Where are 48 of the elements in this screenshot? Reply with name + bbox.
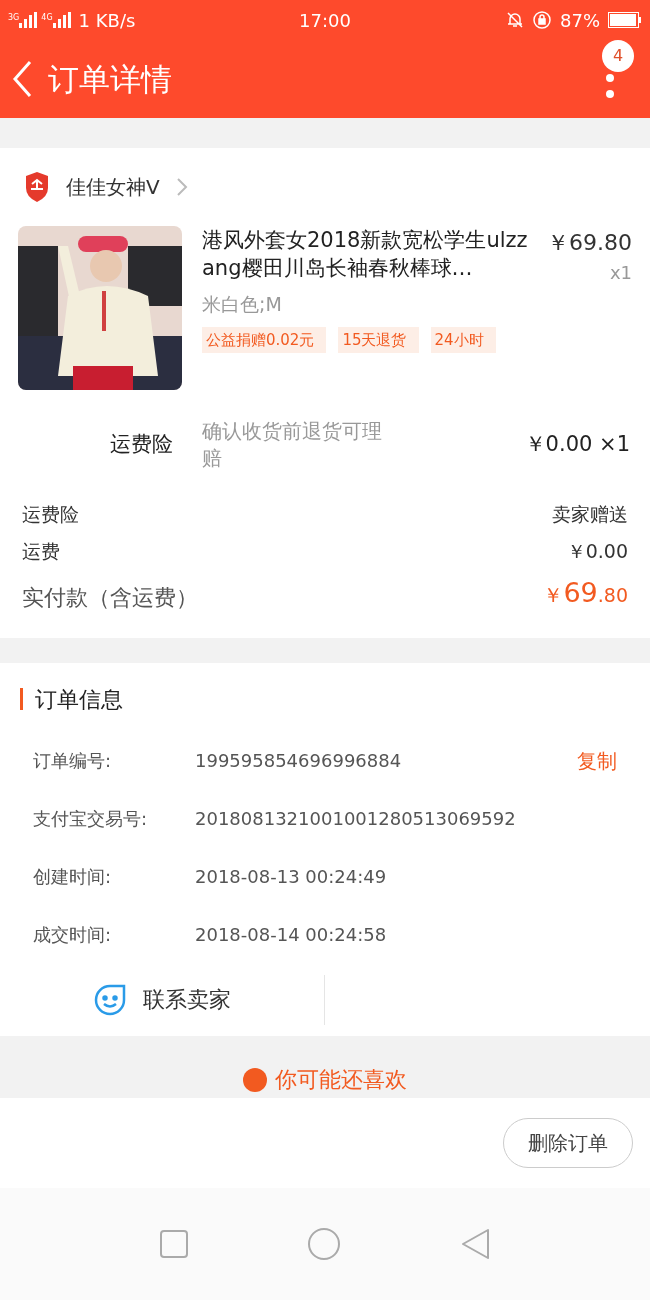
delete-order-button[interactable]: 删除订单	[503, 1117, 633, 1168]
recommend-title: 你可能还喜欢	[275, 1065, 407, 1094]
total-amount: ￥69.80	[543, 576, 628, 610]
network-speed: 1 KB/s	[78, 8, 136, 33]
total-label: 实付款（含运费）	[22, 583, 198, 612]
insurance-label: 运费险	[110, 431, 174, 459]
insurance-description: 确认收货前退货可理赔	[202, 418, 383, 472]
info-value: 2018-08-13 00:24:49	[195, 865, 387, 889]
section-title: 订单信息	[35, 685, 123, 714]
network-type-label: 3G	[8, 12, 20, 24]
summary-label: 运费	[22, 538, 60, 564]
info-value: 199595854696996884	[195, 749, 402, 773]
recents-icon[interactable]	[159, 1229, 188, 1258]
info-label: 成交时间:	[33, 923, 113, 947]
info-label: 订单编号:	[33, 749, 113, 773]
page-title: 订单详情	[48, 59, 172, 99]
product-quantity: x1	[609, 261, 632, 285]
service-tag: 24小时	[430, 326, 496, 353]
battery-icon	[608, 12, 642, 28]
summary-value: ￥0.00	[566, 538, 628, 564]
signal-icon	[19, 12, 38, 28]
product-price: ￥69.80	[547, 229, 632, 257]
back-icon[interactable]	[460, 1227, 491, 1260]
chat-face-icon	[93, 982, 127, 1017]
info-label: 创建时间:	[33, 865, 113, 889]
contact-seller-button[interactable]: 联系卖家	[0, 974, 325, 1025]
service-tag: 公益捐赠0.02元	[202, 326, 327, 353]
more-menu-icon[interactable]	[606, 74, 614, 98]
info-value: 2018-08-14 00:24:58	[195, 923, 387, 947]
insurance-price: ￥0.00 ×1	[524, 431, 630, 459]
home-icon[interactable]	[307, 1226, 341, 1261]
summary-value: 卖家赠送	[552, 502, 628, 527]
rotation-lock-icon	[532, 10, 552, 30]
info-label: 支付宝交易号:	[33, 807, 149, 831]
notification-badge: 4	[602, 40, 634, 72]
product-title[interactable]: 港风外套女2018新款宽松学生ulzzang樱田川岛长袖春秋棒球…	[202, 226, 539, 286]
chevron-right-icon	[175, 177, 188, 197]
product-variant: 米白色;M	[202, 292, 283, 317]
summary-label: 运费险	[22, 502, 79, 527]
muted-bell-icon	[506, 11, 524, 29]
network-type-label: 4G	[41, 12, 53, 24]
service-tag: 15天退货	[338, 326, 419, 353]
battery-percentage: 87%	[560, 8, 600, 33]
clock: 17:00	[299, 8, 351, 33]
shop-shield-icon	[24, 172, 50, 202]
shop-name[interactable]: 佳佳女神V	[66, 172, 160, 202]
info-value: 2018081321001001280513069592	[195, 807, 516, 831]
signal-icon	[52, 12, 71, 28]
